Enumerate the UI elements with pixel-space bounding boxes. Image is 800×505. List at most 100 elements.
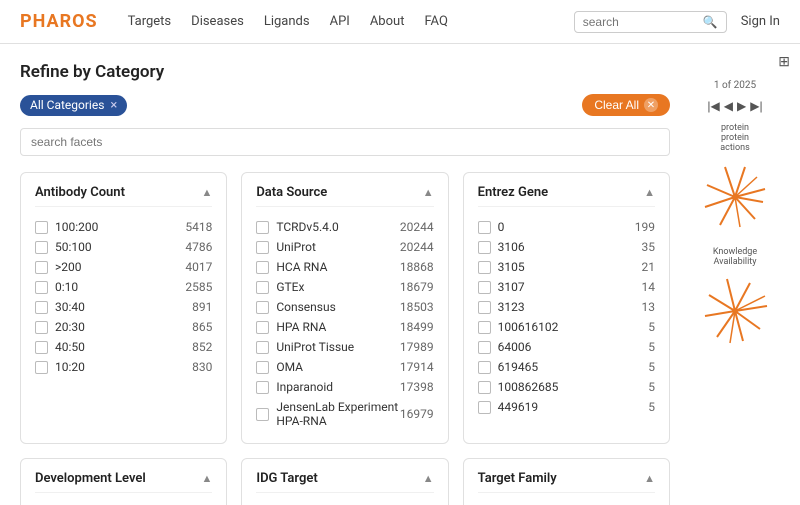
facet-label: UniProt Tissue [276, 340, 354, 354]
page-prev-button[interactable]: ◀ [724, 99, 733, 113]
facet-checkbox[interactable] [35, 341, 48, 354]
facet-label: 3105 [498, 260, 525, 274]
nav-diseases[interactable]: Diseases [191, 14, 244, 29]
chart-label-2: KnowledgeAvailability [690, 247, 790, 267]
search-input[interactable] [583, 15, 703, 29]
facet-checkbox[interactable] [35, 281, 48, 294]
list-item: >200 4017 [35, 257, 212, 277]
facet-checkbox[interactable] [35, 301, 48, 314]
starburst-2 [695, 271, 775, 351]
facet-checkbox[interactable] [256, 221, 269, 234]
facet-count: 5 [648, 400, 655, 414]
list-item: 100616102 5 [478, 317, 655, 337]
facet-count: 17398 [400, 380, 434, 394]
page-last-button[interactable]: ▶| [750, 99, 762, 113]
search-icon: 🔍 [703, 15, 718, 29]
chevron-up-icon-ds[interactable]: ▲ [423, 186, 434, 199]
clear-all-label: Clear All [594, 98, 639, 112]
facet-row-left: >200 [35, 260, 82, 274]
list-item: OMA 17914 [256, 357, 433, 377]
facet-checkbox[interactable] [478, 321, 491, 334]
list-item: 100:200 5418 [35, 217, 212, 237]
facet-entrez-gene: Entrez Gene ▲ 0 199 3106 35 3105 [463, 172, 670, 444]
facet-checkbox[interactable] [256, 241, 269, 254]
facet-checkbox[interactable] [478, 361, 491, 374]
facet-checkbox[interactable] [256, 408, 269, 421]
chevron-up-icon-tf[interactable]: ▲ [644, 472, 655, 485]
facet-row-left: OMA [256, 360, 303, 374]
nav-about[interactable]: About [370, 14, 405, 29]
facet-entrez-gene-header: Entrez Gene ▲ [478, 185, 655, 207]
page-next-button[interactable]: ▶ [737, 99, 746, 113]
signin-button[interactable]: Sign In [741, 14, 780, 29]
facet-count: 4786 [185, 240, 212, 254]
list-item: 40:50 852 [35, 337, 212, 357]
facet-count: 18499 [400, 320, 434, 334]
facet-checkbox[interactable] [256, 321, 269, 334]
facet-label: 64006 [498, 340, 532, 354]
nav-ligands[interactable]: Ligands [264, 14, 310, 29]
chevron-up-icon-dl[interactable]: ▲ [201, 472, 212, 485]
search-box[interactable]: 🔍 [574, 11, 727, 33]
list-item: 10:20 830 [35, 357, 212, 377]
facet-checkbox[interactable] [478, 261, 491, 274]
nav-faq[interactable]: FAQ [424, 14, 447, 29]
facet-row-left: 40:50 [35, 340, 85, 354]
chevron-up-icon[interactable]: ▲ [201, 186, 212, 199]
facet-checkbox[interactable] [256, 341, 269, 354]
facet-label: 0 [498, 220, 505, 234]
facet-checkbox[interactable] [256, 361, 269, 374]
facet-count: 5418 [185, 220, 212, 234]
facet-count: 13 [641, 300, 655, 314]
clear-all-icon: ✕ [644, 98, 658, 112]
facet-checkbox[interactable] [35, 261, 48, 274]
facet-checkbox[interactable] [256, 261, 269, 274]
facet-row-left: 619465 [478, 360, 538, 374]
facet-checkbox[interactable] [478, 281, 491, 294]
facet-idg-target-title: IDG Target [256, 471, 317, 486]
facet-checkbox[interactable] [35, 221, 48, 234]
facet-checkbox[interactable] [478, 221, 491, 234]
nav-targets[interactable]: Targets [128, 14, 172, 29]
badge-label: All Categories [30, 98, 104, 112]
grid-icon[interactable]: ⊞ [690, 54, 790, 70]
facet-row-left: 3105 [478, 260, 525, 274]
filter-bar: All Categories × Clear All ✕ [20, 94, 670, 116]
facet-checkbox[interactable] [478, 401, 491, 414]
facet-row-left: 3106 [478, 240, 525, 254]
facet-count: 18868 [400, 260, 434, 274]
facet-count: 5 [648, 360, 655, 374]
facet-checkbox[interactable] [256, 301, 269, 314]
nav-api[interactable]: API [330, 14, 350, 29]
antibody-count-rows: 100:200 5418 50:100 4786 >200 4017 0:1 [35, 217, 212, 377]
list-item: 30:40 891 [35, 297, 212, 317]
facet-checkbox[interactable] [256, 281, 269, 294]
list-item: Inparanoid 17398 [256, 377, 433, 397]
facet-label: GTEx [276, 280, 304, 294]
facet-checkbox[interactable] [256, 381, 269, 394]
facet-checkbox[interactable] [478, 301, 491, 314]
search-facets-input[interactable] [20, 128, 670, 156]
nav-links: Targets Diseases Ligands API About FAQ [128, 14, 448, 29]
facet-checkbox[interactable] [478, 381, 491, 394]
list-item: JensenLab Experiment HPA-RNA 16979 [256, 397, 433, 431]
facet-count: 17914 [400, 360, 434, 374]
facet-count: 16979 [400, 407, 434, 421]
badge-close-icon[interactable]: × [110, 98, 117, 113]
facet-antibody-count-header: Antibody Count ▲ [35, 185, 212, 207]
facet-checkbox[interactable] [35, 321, 48, 334]
list-item: 3107 14 [478, 277, 655, 297]
facet-checkbox[interactable] [35, 241, 48, 254]
facet-checkbox[interactable] [35, 361, 48, 374]
facet-data-source-header: Data Source ▲ [256, 185, 433, 207]
all-categories-badge[interactable]: All Categories × [20, 95, 127, 116]
chevron-up-icon-idg[interactable]: ▲ [423, 472, 434, 485]
facet-checkbox[interactable] [478, 241, 491, 254]
facet-row-left: 100862685 [478, 380, 559, 394]
entrez-gene-rows: 0 199 3106 35 3105 21 3107 [478, 217, 655, 417]
facet-row-left: 100:200 [35, 220, 98, 234]
clear-all-button[interactable]: Clear All ✕ [582, 94, 670, 116]
facet-checkbox[interactable] [478, 341, 491, 354]
page-first-button[interactable]: |◀ [707, 99, 719, 113]
chevron-up-icon-eg[interactable]: ▲ [644, 186, 655, 199]
